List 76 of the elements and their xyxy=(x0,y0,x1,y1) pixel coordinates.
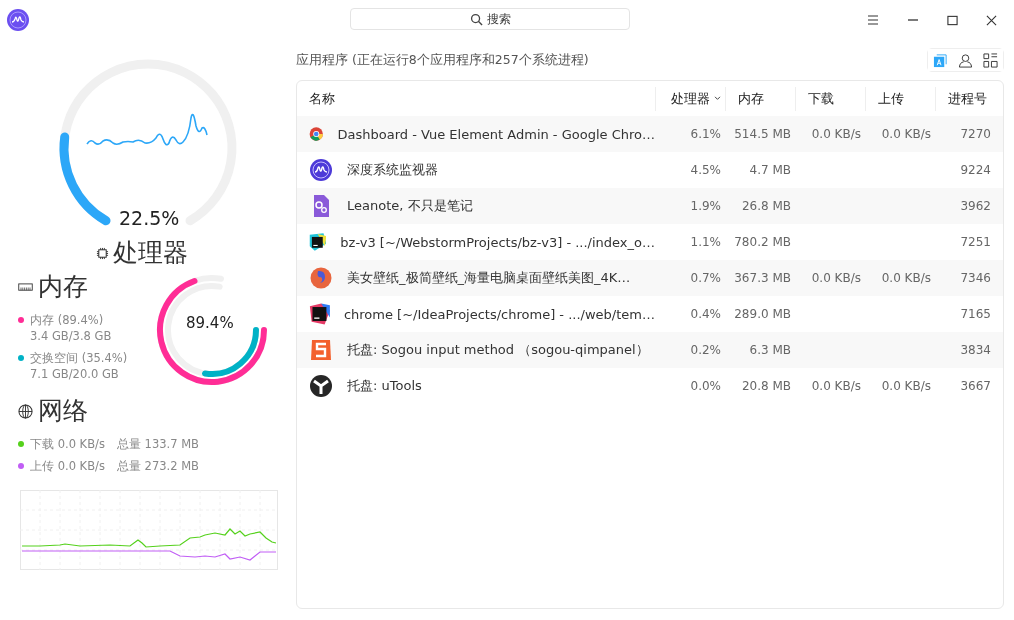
legend-label: 内存 (89.4%) xyxy=(30,312,105,328)
pid-cell-text: 3962 xyxy=(959,199,992,213)
app-logo-icon xyxy=(7,9,29,31)
column-header[interactable]: 处理器 xyxy=(655,86,725,111)
cpu-cell-text: 0.2% xyxy=(689,343,722,357)
legend-detail: 3.4 GB/3.8 GB xyxy=(30,328,112,344)
pid-cell-text: 3667 xyxy=(959,379,992,393)
cpu-cell-text: 0.4% xyxy=(689,307,722,321)
legend-label: 上传 0.0 KB/s xyxy=(30,458,105,474)
legend-label: 下载 0.0 KB/s xyxy=(30,436,105,452)
cpu-title: 处理器 xyxy=(113,238,188,268)
search-icon xyxy=(470,13,483,26)
layout-icon xyxy=(983,52,998,68)
memory-title: 内存 xyxy=(38,272,88,302)
download-cell-text: 0.0 KB/s xyxy=(810,271,862,285)
process-name: 美女壁纸_极简壁纸_海量电脑桌面壁纸美图_4K… xyxy=(347,269,631,287)
pid-cell-text: 7270 xyxy=(959,127,992,141)
pid-cell-text: 9224 xyxy=(959,163,992,177)
legend-total: 总量 133.7 MB xyxy=(116,436,199,452)
square-logo-icon xyxy=(309,302,330,326)
search-field[interactable]: 搜索 xyxy=(350,8,630,30)
globe-icon xyxy=(18,403,33,419)
y-circle-icon xyxy=(309,374,333,398)
minimize-icon[interactable] xyxy=(907,19,919,21)
memory-cell-text: 514.5 MB xyxy=(733,127,792,141)
cpu-usage-reading: 22.5% xyxy=(119,207,180,229)
column-header[interactable]: 下载 xyxy=(795,86,865,111)
process-name: chrome [~/IdeaProjects/chrome] - .../web/tem… xyxy=(343,306,655,322)
memory-cell-text: 367.3 MB xyxy=(733,271,792,285)
cpu-cell-text: 6.1% xyxy=(689,127,722,141)
pid-cell-text: 3834 xyxy=(959,343,992,357)
process-summary: 应用程序 (正在运行8个应用程序和257个系统进程) xyxy=(296,51,589,69)
process-name: 托盘: uTools xyxy=(347,377,422,395)
process-name: Dashboard - Vue Element Admin - Google Chro… xyxy=(337,126,655,142)
cpu-cell-text: 1.1% xyxy=(689,235,722,249)
process-name: Leanote, 不只是笔记 xyxy=(347,197,473,215)
s-shape-icon xyxy=(309,338,333,362)
wave-circle-icon xyxy=(309,158,333,182)
letter-box-icon xyxy=(933,52,948,68)
memory-cell-text: 26.8 MB xyxy=(740,199,792,213)
memory-icon xyxy=(18,282,33,292)
upload-cell-text: 0.0 KB/s xyxy=(880,271,932,285)
process-name: 托盘: Sogou input method （sogou-qimpanel） xyxy=(347,341,649,359)
pid-cell-text: 7251 xyxy=(959,235,992,249)
pid-cell-text: 7346 xyxy=(959,271,992,285)
download-cell-text: 0.0 KB/s xyxy=(810,379,862,393)
column-header[interactable]: 名称 xyxy=(297,86,655,111)
column-header[interactable]: 上传 xyxy=(865,86,935,111)
memory-cell-text: 6.3 MB xyxy=(748,343,792,357)
process-name: 深度系统监视器 xyxy=(347,161,438,179)
fox-circle-icon xyxy=(309,266,333,290)
memory-cell-text: 289.0 MB xyxy=(733,307,792,321)
cpu-cell-text: 0.0% xyxy=(689,379,722,393)
legend-detail: 7.1 GB/20.0 GB xyxy=(30,366,120,382)
chip-icon xyxy=(96,246,109,260)
menu-icon[interactable] xyxy=(867,14,879,26)
upload-cell-text: 0.0 KB/s xyxy=(880,379,932,393)
memory-cell-text: 20.8 MB xyxy=(740,379,792,393)
network-title: 网络 xyxy=(38,396,88,426)
cpu-cell-text: 4.5% xyxy=(689,163,722,177)
memory-cell-text: 4.7 MB xyxy=(748,163,792,177)
column-header[interactable]: 进程号 xyxy=(935,86,1003,111)
legend-total: 总量 273.2 MB xyxy=(116,458,199,474)
close-icon[interactable] xyxy=(986,14,997,26)
cpu-cell-text: 0.7% xyxy=(689,271,722,285)
memory-usage-reading: 89.4% xyxy=(186,314,234,332)
maximize-icon[interactable] xyxy=(947,14,958,26)
column-header[interactable]: 内存 xyxy=(725,86,795,111)
cpu-cell-text: 1.9% xyxy=(689,199,722,213)
upload-cell-text: 0.0 KB/s xyxy=(880,127,932,141)
process-name: bz-v3 [~/WebstormProjects/bz-v3] - .../index_o… xyxy=(340,234,655,250)
memory-cell-text: 780.2 MB xyxy=(733,235,792,249)
legend-label: 交换空间 (35.4%) xyxy=(30,350,128,366)
pid-cell-text: 7165 xyxy=(959,307,992,321)
download-cell-text: 0.0 KB/s xyxy=(810,127,862,141)
user-icon xyxy=(958,52,973,68)
